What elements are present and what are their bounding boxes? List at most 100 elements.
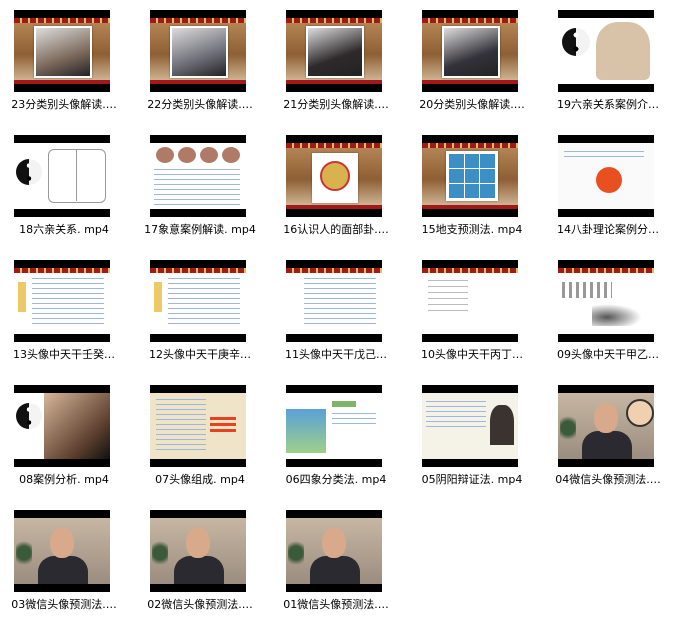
face-photo: [156, 147, 174, 163]
bonsai: [16, 538, 32, 568]
video-thumbnail: [286, 385, 382, 467]
video-file-item[interactable]: 01微信头像预测法.…: [272, 500, 400, 625]
file-grid: 23分类别头像解读.… 22分类别头像解读.… 21分类别头像解读.… 20分类别头像…: [0, 0, 673, 623]
video-thumbnail: [422, 260, 518, 342]
thumbnail-content: [286, 268, 382, 334]
taiji-icon: [16, 403, 42, 429]
face-photo: [200, 147, 218, 163]
video-file-item[interactable]: 11头像中天干戊己…: [272, 250, 400, 375]
file-name-label: 03微信头像预测法.…: [11, 598, 117, 611]
thumbnail-content: [14, 268, 110, 334]
spring-title: [332, 401, 356, 407]
ink-text: [562, 282, 612, 298]
text-lines: [426, 401, 486, 431]
video-file-item[interactable]: 07头像组成. mp4: [136, 375, 264, 500]
file-name-label: 21分类别头像解读.…: [283, 98, 389, 111]
face-photo: [178, 147, 196, 163]
file-name-label: 18六亲关系. mp4: [19, 223, 109, 236]
decor-border-bottom: [422, 205, 518, 209]
decor-border-bottom: [286, 80, 382, 84]
thumbnail-photo: [306, 26, 364, 78]
bonsai: [288, 538, 304, 568]
file-name-label: 20分类别头像解读.…: [419, 98, 525, 111]
file-name-label: 05阴阳辩证法. mp4: [421, 473, 523, 486]
decor-border-bottom: [14, 80, 110, 84]
video-file-item[interactable]: 12头像中天干庚辛…: [136, 250, 264, 375]
file-name-label: 19六亲关系案例介…: [557, 98, 659, 111]
video-file-item[interactable]: 05阴阳辩证法. mp4: [408, 375, 536, 500]
video-file-item[interactable]: 18六亲关系. mp4: [0, 125, 128, 250]
video-thumbnail: [14, 385, 110, 467]
grid-diagram: [446, 151, 498, 201]
video-thumbnail: [558, 10, 654, 92]
video-file-item[interactable]: 22分类别头像解读.…: [136, 0, 264, 125]
video-file-item[interactable]: 03微信头像预测法.…: [0, 500, 128, 625]
presenter-head: [50, 528, 74, 558]
video-thumbnail: [14, 260, 110, 342]
video-file-item[interactable]: 04微信头像预测法.…: [544, 375, 672, 500]
video-file-item[interactable]: 08案例分析. mp4: [0, 375, 128, 500]
video-thumbnail: [286, 260, 382, 342]
file-name-label: 04微信头像预测法.…: [555, 473, 661, 486]
stone-image: [596, 22, 650, 80]
thumbnail-content: [286, 18, 382, 84]
thumbnail-content: [14, 18, 110, 84]
video-file-item[interactable]: 06四象分类法. mp4: [272, 375, 400, 500]
video-file-item[interactable]: 13头像中天干壬癸…: [0, 250, 128, 375]
file-name-label: 08案例分析. mp4: [19, 473, 109, 486]
grid-cell: [464, 169, 480, 183]
thumbnail-content: [558, 18, 654, 84]
decor-border: [422, 18, 518, 23]
text-lines: [428, 280, 468, 314]
file-name-label: 11头像中天干戊己…: [285, 348, 387, 361]
video-thumbnail: [558, 385, 654, 467]
table-lines: [304, 278, 376, 324]
video-file-item[interactable]: 23分类别头像解读.…: [0, 0, 128, 125]
grid-cell: [480, 184, 495, 198]
vertical-title: [154, 282, 162, 312]
cartoon-face: [320, 161, 350, 191]
thumbnail-content: [286, 143, 382, 209]
video-thumbnail: [422, 135, 518, 217]
thumbnail-content: [422, 18, 518, 84]
taiji-icon: [562, 28, 590, 56]
presenter-body: [582, 431, 632, 459]
video-thumbnail: [150, 385, 246, 467]
video-file-item[interactable]: 20分类别头像解读.…: [408, 0, 536, 125]
video-thumbnail: [558, 135, 654, 217]
thumbnail-content: [14, 393, 110, 459]
thumbnail-photo: [170, 26, 228, 78]
video-file-item[interactable]: 09头像中天干甲乙…: [544, 250, 672, 375]
video-file-item[interactable]: 15地支预测法. mp4: [408, 125, 536, 250]
thumbnail-content: [558, 393, 654, 459]
decor-border: [286, 18, 382, 23]
thumbnail-content: [150, 518, 246, 584]
video-thumbnail: [150, 135, 246, 217]
diagram-box: [48, 149, 106, 203]
video-file-item[interactable]: 02微信头像预测法.…: [136, 500, 264, 625]
thumbnail-content: [422, 393, 518, 459]
video-file-item[interactable]: 10头像中天干丙丁…: [408, 250, 536, 375]
file-name-label: 15地支预测法. mp4: [421, 223, 523, 236]
thumbnail-content: [150, 18, 246, 84]
file-name-label: 01微信头像预测法.…: [283, 598, 389, 611]
video-thumbnail: [286, 510, 382, 592]
decor-border: [422, 268, 518, 273]
thumbnail-content: [422, 268, 518, 334]
decor-border: [286, 268, 382, 273]
thumbnail-content: [422, 143, 518, 209]
text-lines: [564, 151, 644, 161]
video-thumbnail: [14, 10, 110, 92]
video-file-item[interactable]: 19六亲关系案例介…: [544, 0, 672, 125]
diagram-axis: [76, 149, 77, 201]
video-file-item[interactable]: 16认识人的面部卦.…: [272, 125, 400, 250]
decor-border: [14, 268, 110, 273]
video-file-item[interactable]: 17象意案例解读. mp4: [136, 125, 264, 250]
thumbnail-content: [150, 143, 246, 209]
video-file-item[interactable]: 14八卦理论案例分…: [544, 125, 672, 250]
file-name-label: 23分类别头像解读.…: [11, 98, 117, 111]
video-thumbnail: [150, 510, 246, 592]
text-lines: [332, 413, 376, 427]
video-thumbnail: [422, 10, 518, 92]
video-file-item[interactable]: 21分类别头像解读.…: [272, 0, 400, 125]
